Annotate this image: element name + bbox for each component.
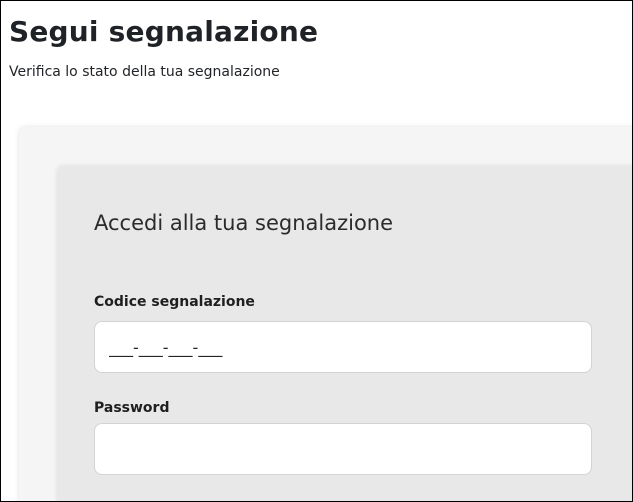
password-label: Password (94, 400, 170, 416)
page-frame: Segui segnalazione Verifica lo stato del… (0, 0, 633, 502)
password-input[interactable] (94, 423, 592, 475)
page-subtitle: Verifica lo stato della tua segnalazione (9, 64, 280, 80)
page-title: Segui segnalazione (9, 15, 319, 48)
login-card-title: Accedi alla tua segnalazione (94, 211, 394, 235)
report-code-input[interactable] (94, 321, 592, 373)
report-code-label: Codice segnalazione (94, 294, 255, 310)
